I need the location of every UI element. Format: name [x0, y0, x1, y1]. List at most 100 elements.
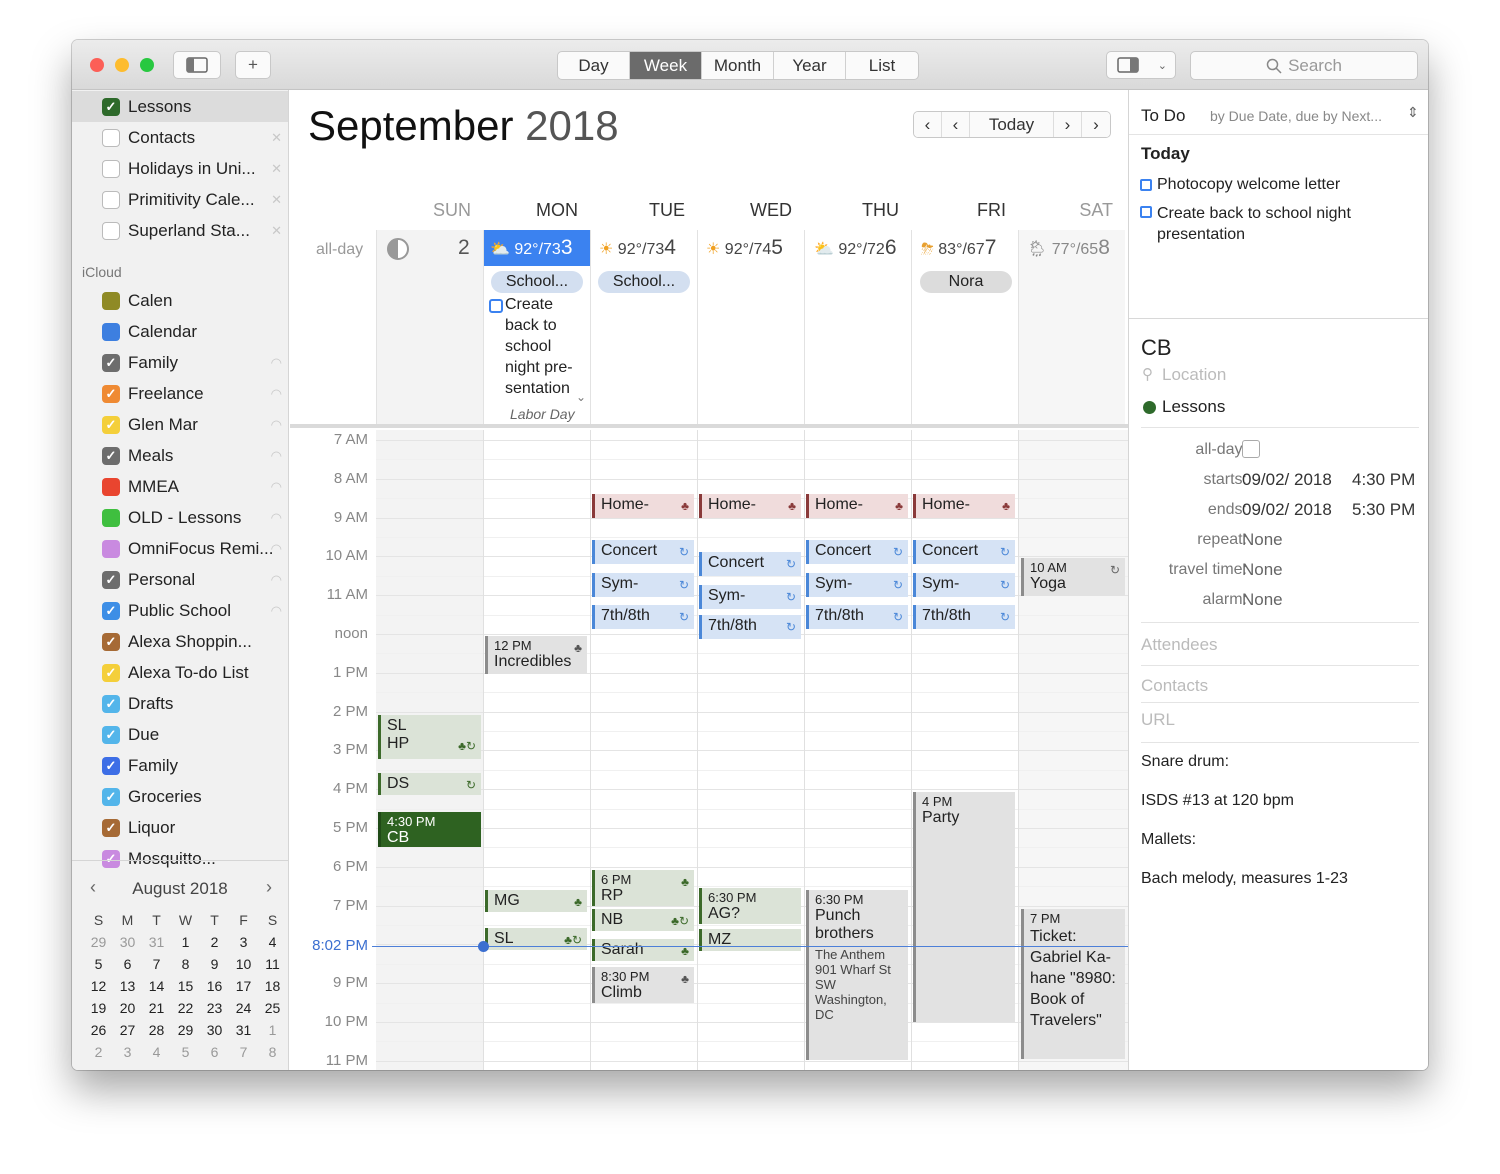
shared-icon[interactable]: ◠	[271, 572, 282, 588]
travel-time-value[interactable]: None	[1242, 560, 1283, 580]
unsubscribe-icon[interactable]: ✕	[271, 130, 282, 146]
calendar-checkbox[interactable]: ✓	[102, 632, 120, 651]
mini-next-month-button[interactable]: ›	[266, 877, 272, 898]
attendees-field[interactable]: Attendees	[1141, 635, 1218, 655]
allday-event-fri[interactable]: Nora	[920, 271, 1012, 293]
view-year-tab[interactable]: Year	[774, 52, 846, 79]
event-concert-thu[interactable]: Concert ↻	[806, 540, 908, 564]
mini-day[interactable]: 29	[84, 933, 113, 952]
calendar-item[interactable]: Primitivity Cale... ✕	[72, 184, 288, 215]
mini-day[interactable]: 30	[113, 933, 142, 952]
event-sl-hp[interactable]: SL HP ♣↻	[378, 715, 481, 759]
notes-line-3[interactable]: Mallets:	[1141, 831, 1196, 849]
minimize-window-button[interactable]	[115, 58, 129, 72]
shared-icon[interactable]: ◠	[271, 510, 282, 526]
calendar-checkbox[interactable]: ✓	[102, 818, 120, 837]
calendar-item[interactable]: ✓ Alexa To-do List	[72, 657, 288, 688]
mini-day[interactable]: 6	[200, 1043, 229, 1062]
day-header-wed[interactable]: WED	[697, 200, 792, 221]
event-sym-tue[interactable]: Sym- ↻	[592, 573, 694, 597]
mini-day[interactable]: 28	[142, 1021, 171, 1040]
event-sym-wed[interactable]: Sym- ↻	[699, 585, 801, 609]
location-field[interactable]: Location	[1162, 365, 1226, 385]
mini-day[interactable]: 12	[84, 977, 113, 996]
view-day-tab[interactable]: Day	[558, 52, 630, 79]
shared-icon[interactable]: ◠	[271, 386, 282, 402]
shared-icon[interactable]: ◠	[271, 355, 282, 371]
unsubscribe-icon[interactable]: ✕	[271, 161, 282, 177]
allday-event-mon[interactable]: School...	[491, 271, 583, 293]
event-climb[interactable]: 8:30 PM Climb ♣	[592, 967, 694, 1003]
event-ds[interactable]: DS ↻	[378, 773, 481, 795]
calendar-item[interactable]: Contacts ✕	[72, 122, 288, 153]
calendar-item[interactable]: ✓ Freelance ◠	[72, 378, 288, 409]
calendar-item[interactable]: ✓ Meals ◠	[72, 440, 288, 471]
event-detail-title[interactable]: CB	[1141, 335, 1172, 361]
mini-day[interactable]: 8	[171, 955, 200, 974]
calendar-checkbox[interactable]: ✓	[102, 601, 120, 620]
event-home-wed[interactable]: Home- ♣	[699, 494, 801, 518]
calendar-checkbox[interactable]: ✓	[102, 694, 120, 713]
starts-date[interactable]: 09/02/ 2018	[1242, 470, 1332, 490]
event-ag[interactable]: 6:30 PM AG?	[699, 888, 801, 924]
calendar-item[interactable]: OmniFocus Remi... ◠	[72, 533, 288, 564]
next-button[interactable]: ›	[1054, 112, 1082, 137]
todo-item-2[interactable]: Create back to school night presentation	[1157, 203, 1412, 245]
shared-icon[interactable]: ◠	[271, 479, 282, 495]
calendar-checkbox[interactable]: ✓	[102, 725, 120, 744]
mini-day[interactable]: 16	[200, 977, 229, 996]
view-list-tab[interactable]: List	[846, 52, 918, 79]
expand-chevron-icon[interactable]: ⌄	[576, 390, 586, 404]
view-week-tab[interactable]: Week	[630, 52, 702, 79]
ends-date[interactable]: 09/02/ 2018	[1242, 500, 1332, 520]
mini-day[interactable]: 24	[229, 999, 258, 1018]
event-party[interactable]: 4 PM Party	[913, 792, 1015, 1022]
calendar-item[interactable]: ✓ Personal ◠	[72, 564, 288, 595]
todo-checkbox[interactable]	[489, 299, 503, 313]
mini-day[interactable]: 26	[84, 1021, 113, 1040]
mini-day[interactable]: 2	[84, 1043, 113, 1062]
mini-day[interactable]: 14	[142, 977, 171, 996]
calendar-selector[interactable]: Lessons	[1162, 397, 1225, 417]
url-field[interactable]: URL	[1141, 710, 1175, 730]
event-cb-selected[interactable]: 4:30 PM CB	[378, 812, 481, 847]
search-field[interactable]: Search	[1190, 51, 1418, 80]
sidebar-toggle-button[interactable]	[173, 51, 221, 79]
mini-day[interactable]: 11	[258, 955, 287, 974]
mini-day[interactable]: 8	[258, 1043, 287, 1062]
ends-time[interactable]: 5:30 PM	[1352, 500, 1415, 520]
event-ticket[interactable]: 7 PM Ticket: Gabriel Ka- hane "8980: Book…	[1021, 909, 1125, 1059]
inspector-toggle-button[interactable]: ⌄	[1106, 51, 1176, 79]
shared-icon[interactable]: ◠	[271, 448, 282, 464]
event-home-thu[interactable]: Home- ♣	[806, 494, 908, 518]
mini-day[interactable]: 31	[229, 1021, 258, 1040]
event-mz[interactable]: MZ	[699, 929, 801, 951]
mini-day[interactable]: 10	[229, 955, 258, 974]
mini-day[interactable]: 30	[200, 1021, 229, 1040]
todo-item-1[interactable]: Photocopy welcome letter	[1157, 176, 1340, 194]
mini-day[interactable]: 29	[171, 1021, 200, 1040]
prev-large-button[interactable]: ‹	[914, 112, 942, 137]
calendar-item[interactable]: ✓ Drafts	[72, 688, 288, 719]
mini-day[interactable]: 5	[171, 1043, 200, 1062]
mini-day[interactable]: 1	[171, 933, 200, 952]
mini-day[interactable]: 20	[113, 999, 142, 1018]
calendar-checkbox[interactable]	[102, 539, 120, 558]
calendar-item[interactable]: ✓ Glen Mar ◠	[72, 409, 288, 440]
event-grade-wed[interactable]: 7th/8th ↻	[699, 615, 801, 639]
event-concert-fri[interactable]: Concert ↻	[913, 540, 1015, 564]
day-header-tue[interactable]: TUE	[590, 200, 685, 221]
event-punch-brothers[interactable]: 6:30 PM Punch brothers The Anthem 901 Whar…	[806, 890, 908, 1060]
calendar-checkbox[interactable]: ✓	[102, 787, 120, 806]
shared-icon[interactable]: ◠	[271, 603, 282, 619]
calendar-checkbox[interactable]: ✓	[102, 446, 120, 465]
calendar-checkbox[interactable]: ✓	[102, 756, 120, 775]
calendar-item[interactable]: MMEA ◠	[72, 471, 288, 502]
calendar-checkbox[interactable]: ✓	[102, 97, 120, 116]
mini-day[interactable]: 4	[258, 933, 287, 952]
event-mg[interactable]: MG ♣	[485, 890, 587, 912]
calendar-item[interactable]: ✓ Lessons	[72, 91, 288, 122]
mini-day[interactable]: 3	[113, 1043, 142, 1062]
calendar-item[interactable]: ✓ Due	[72, 719, 288, 750]
event-home-fri[interactable]: Home- ♣	[913, 494, 1015, 518]
